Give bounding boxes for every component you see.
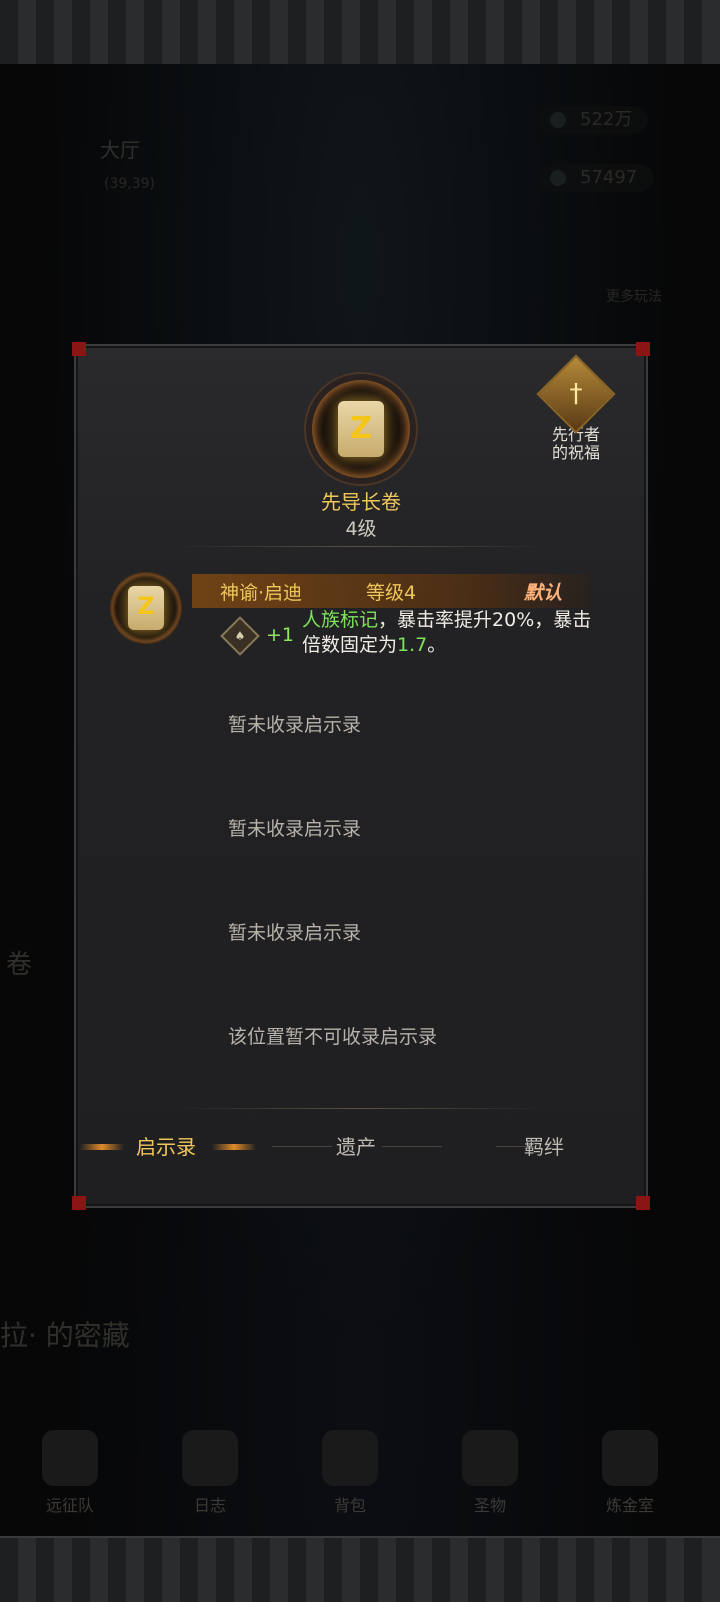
helmet-icon [42, 1430, 98, 1486]
top-frame-strip [0, 0, 720, 66]
empty-revelation-slot[interactable]: 暂未收录启示录 [228, 814, 361, 841]
nav-expedition: 远征队 [20, 1420, 120, 1516]
scroll-emblem: Z [312, 380, 410, 478]
divider [176, 546, 546, 547]
bottom-nav: 远征队 日志 背包 圣物 炼金室 [0, 1420, 720, 1536]
locked-revelation-slot[interactable]: 该位置暂不可收录启示录 [228, 1022, 437, 1049]
book-icon [182, 1430, 238, 1486]
bag-icon [322, 1430, 378, 1486]
tab-bonds[interactable]: 羁绊 [504, 1124, 584, 1170]
tab-separator [382, 1146, 442, 1147]
nav-log: 日志 [160, 1420, 260, 1516]
tab-bar: 启示录 遗产 羁绊 [76, 1124, 646, 1170]
default-tag: 默认 [524, 582, 563, 604]
relic-icon [462, 1430, 518, 1486]
corner-ornament [636, 1196, 650, 1210]
divider [176, 1108, 546, 1109]
revelation-row[interactable]: Z 神谕·启迪 等级4 默认 ♠ +1 人族标记，暴击率提升20%，暴击倍数固定… [76, 568, 646, 668]
revelation-level: 等级4 [366, 582, 417, 604]
scroll-detail-modal: Z † 先行者 的祝福 先导长卷 4级 Z 神谕·启迪 等级4 默认 ♠ +1 … [72, 342, 650, 1210]
pioneer-blessing-button[interactable]: † 先行者 的祝福 [536, 354, 616, 462]
corner-ornament [72, 1196, 86, 1210]
tab-revelations[interactable]: 启示录 [116, 1124, 216, 1170]
scroll-title: 先导长卷 [321, 490, 401, 514]
nav-bag: 背包 [300, 1420, 400, 1516]
scroll-icon: Z [128, 586, 164, 630]
bottom-frame-strip [0, 1536, 720, 1602]
corner-ornament [72, 342, 86, 356]
empty-revelation-slot[interactable]: 暂未收录启示录 [228, 710, 361, 737]
nav-relic: 圣物 [440, 1420, 540, 1516]
revelation-emblem: Z [110, 572, 182, 644]
revelation-description: 人族标记，暴击率提升20%，暴击倍数固定为1.7。 [302, 609, 592, 656]
sword-emblem-icon: † [536, 354, 616, 434]
nav-alchemy: 炼金室 [580, 1420, 680, 1516]
bonus-count: +1 [266, 624, 295, 646]
scroll-level: 4级 [345, 518, 377, 540]
helmet-icon: ♠ [220, 616, 260, 656]
tab-ornament [212, 1144, 256, 1150]
scroll-icon: Z [338, 401, 384, 457]
corner-ornament [636, 342, 650, 356]
tab-legacy[interactable]: 遗产 [316, 1124, 396, 1170]
revelation-name: 神谕·启迪 [220, 582, 303, 604]
empty-revelation-slot[interactable]: 暂未收录启示录 [228, 918, 361, 945]
alchemy-icon [602, 1430, 658, 1486]
